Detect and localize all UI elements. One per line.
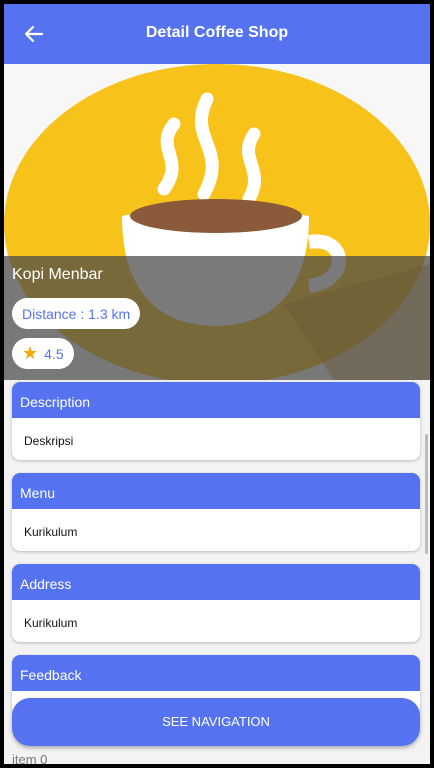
menu-header: Menu	[12, 473, 420, 509]
app-bar: Detail Coffee Shop	[4, 4, 430, 64]
shop-info-overlay: Kopi Menbar Distance : 1.3 km ★ 4.5	[4, 256, 430, 380]
rating-badge: ★ 4.5	[12, 338, 74, 369]
menu-text: Kurikulum	[24, 525, 78, 539]
star-icon: ★	[22, 343, 39, 363]
description-header: Description	[12, 382, 420, 418]
rating-value: 4.5	[44, 345, 64, 362]
shop-hero-image: Kopi Menbar Distance : 1.3 km ★ 4.5	[4, 64, 430, 380]
description-text: Deskripsi	[24, 434, 74, 448]
address-card: Address Kurikulum	[12, 564, 420, 642]
address-text: Kurikulum	[24, 616, 78, 630]
list-item[interactable]: item 0	[12, 752, 47, 764]
see-navigation-button[interactable]: SEE NAVIGATION	[12, 698, 420, 746]
menu-card: Menu Kurikulum	[12, 473, 420, 551]
scrollbar[interactable]	[425, 434, 428, 554]
screen: Detail Coffee Shop Kopi Menbar Distance …	[4, 4, 430, 764]
description-card: Description Deskripsi	[12, 382, 420, 460]
shop-name: Kopi Menbar	[12, 266, 103, 283]
feedback-header: Feedback	[12, 655, 420, 691]
page-title: Detail Coffee Shop	[145, 24, 289, 41]
distance-badge: Distance : 1.3 km	[12, 298, 141, 329]
address-header: Address	[12, 564, 420, 600]
